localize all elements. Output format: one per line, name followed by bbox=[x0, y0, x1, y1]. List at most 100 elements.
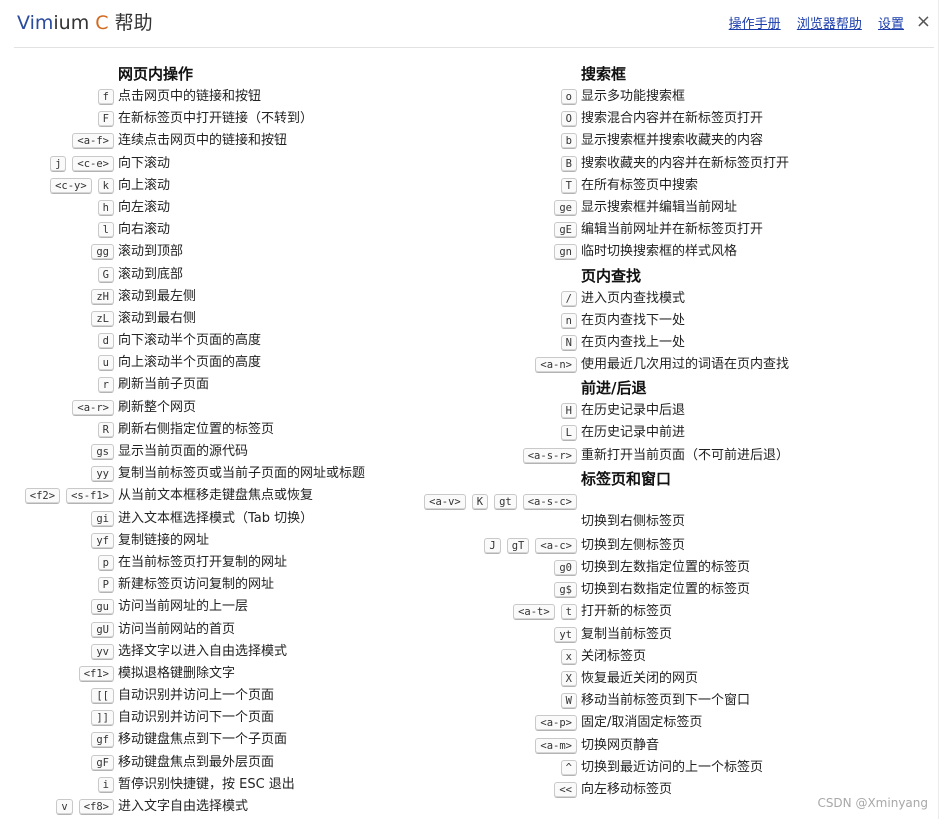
shortcut-row: F 在新标签页中打开链接（不转到） bbox=[0, 108, 470, 130]
shortcut-description: 向左滚动 bbox=[118, 199, 171, 215]
shortcut-description: 移动当前标签页到下一个窗口 bbox=[581, 693, 751, 709]
manual-link[interactable]: 操作手册 bbox=[729, 17, 781, 32]
settings-link[interactable]: 设置 bbox=[878, 17, 904, 32]
shortcut-row: <a-v> Kgt <a-s-c> 切换到右侧标签页 bbox=[424, 491, 940, 535]
shortcut-keys: << bbox=[554, 781, 577, 798]
shortcut-keys: N bbox=[560, 334, 577, 351]
shortcut-keys: <a-v> Kgt <a-s-c> bbox=[424, 493, 577, 510]
key-badge: gU bbox=[91, 621, 114, 638]
shortcut-row: <f2> <s-f1> 从当前文本框移走键盘焦点或恢复 bbox=[0, 485, 470, 507]
shortcut-description: 访问当前网站的首页 bbox=[118, 621, 236, 637]
shortcut-row: i 暂停识别快捷键，按 ESC 退出 bbox=[0, 774, 470, 796]
title-part: ium bbox=[53, 12, 96, 34]
key-badge: l bbox=[97, 222, 114, 239]
shortcut-row: gn 临时切换搜索框的样式风格 bbox=[470, 241, 940, 263]
shortcut-keys: v <f8> bbox=[56, 799, 114, 815]
shortcut-row: <a-f> 连续点击网页中的链接和按钮 bbox=[0, 130, 470, 152]
shortcut-keys: ^ bbox=[560, 759, 577, 776]
shortcut-description: 刷新右侧指定位置的标签页 bbox=[118, 421, 275, 437]
shortcut-keys: j <c-e> bbox=[50, 155, 114, 172]
key-badge: <c-y> bbox=[50, 177, 92, 194]
shortcut-row: H 在历史记录中后退 bbox=[470, 400, 940, 422]
shortcut-keys: <a-r> bbox=[72, 399, 114, 416]
key-badge: o bbox=[560, 89, 577, 105]
shortcut-keys: gF bbox=[91, 754, 114, 771]
shortcut-row: X 恢复最近关闭的网页 bbox=[470, 668, 940, 690]
shortcut-keys: gE bbox=[554, 222, 577, 239]
shortcut-row: b 显示搜索框并搜索收藏夹的内容 bbox=[470, 130, 940, 152]
shortcut-description: 搜索混合内容并在新标签页打开 bbox=[581, 111, 764, 127]
shortcut-description: 在页内查找下一处 bbox=[581, 312, 686, 328]
shortcut-row: yf 复制链接的网址 bbox=[0, 530, 470, 552]
key-badge: gT bbox=[506, 537, 530, 554]
key-badge: R bbox=[97, 421, 114, 438]
shortcut-keys: ]] bbox=[91, 710, 114, 727]
key-badge: H bbox=[560, 403, 577, 420]
shortcut-description: 新建标签页访问复制的网址 bbox=[118, 577, 275, 593]
key-badge: t bbox=[560, 604, 577, 621]
shortcut-row: L 在历史记录中前进 bbox=[470, 422, 940, 444]
shortcut-description: 进入文字自由选择模式 bbox=[118, 799, 249, 814]
shortcut-row: T 在所有标签页中搜索 bbox=[470, 175, 940, 197]
shortcut-keys: yt bbox=[554, 626, 577, 643]
shortcut-description: 复制链接的网址 bbox=[118, 532, 210, 548]
shortcut-keys: <f2> <s-f1> bbox=[24, 488, 114, 505]
right-column: 搜索框 o 显示多功能搜索框 O 搜索混合内容并在新标签页打开 b 显示搜索框并搜索收藏夹的… bbox=[424, 62, 940, 801]
shortcut-description: 在新标签页中打开链接（不转到） bbox=[118, 111, 314, 127]
shortcut-row: g0 切换到左数指定位置的标签页 bbox=[470, 557, 940, 579]
shortcut-keys: B bbox=[560, 155, 577, 172]
shortcut-keys: gf bbox=[91, 732, 114, 749]
close-icon[interactable]: × bbox=[916, 11, 931, 32]
key-badge: B bbox=[560, 155, 577, 172]
shortcut-keys: p bbox=[97, 554, 114, 571]
shortcut-keys: gn bbox=[554, 244, 577, 261]
key-badge: <s-f1> bbox=[66, 488, 114, 505]
key-badge: f bbox=[97, 89, 114, 105]
shortcut-row: gE 编辑当前网址并在新标签页打开 bbox=[470, 219, 940, 241]
key-badge: / bbox=[560, 290, 577, 307]
key-badge: yv bbox=[91, 643, 114, 660]
shortcut-description: 滚动到顶部 bbox=[118, 244, 184, 260]
shortcut-row: v <f8> 进入文字自由选择模式 bbox=[0, 796, 470, 818]
shortcut-description: 打开新的标签页 bbox=[581, 604, 673, 620]
shortcut-row: [[自动识别并访问上一个页面 bbox=[0, 685, 470, 707]
shortcut-row: n 在页内查找下一处 bbox=[470, 310, 940, 332]
shortcut-row: <a-p> 固定/取消固定标签页 bbox=[470, 712, 940, 734]
shortcut-row: <a-t> t 打开新的标签页 bbox=[470, 601, 940, 623]
help-header: Vimium C 帮助 操作手册 浏览器帮助 设置 × bbox=[0, 0, 942, 48]
shortcut-keys: P bbox=[97, 577, 114, 594]
shortcut-keys: r bbox=[97, 377, 114, 394]
shortcut-description: 搜索收藏夹的内容并在新标签页打开 bbox=[581, 155, 790, 171]
shortcut-keys: zL bbox=[91, 310, 114, 327]
shortcut-keys: g0 bbox=[554, 560, 577, 576]
shortcut-row: G 滚动到底部 bbox=[0, 264, 470, 286]
section-title: 搜索框 bbox=[581, 65, 627, 83]
shortcut-description: 向上滚动半个页面的高度 bbox=[118, 355, 262, 371]
key-badge: <a-r> bbox=[72, 399, 114, 416]
shortcut-row: gF 移动键盘焦点到最外层页面 bbox=[0, 752, 470, 774]
key-badge: G bbox=[97, 266, 114, 283]
shortcut-keys: <c-y> k bbox=[50, 177, 114, 194]
shortcut-keys: yv bbox=[91, 643, 114, 660]
key-badge: yt bbox=[554, 626, 577, 643]
shortcut-description: 滚动到底部 bbox=[118, 266, 184, 282]
shortcut-keys: l bbox=[97, 222, 114, 239]
key-badge: j bbox=[50, 155, 67, 172]
shortcut-row: zH 滚动到最左侧 bbox=[0, 286, 470, 308]
shortcut-description: 进入页内查找模式 bbox=[581, 290, 686, 306]
key-badge: <c-e> bbox=[72, 155, 114, 172]
key-badge: u bbox=[97, 355, 114, 372]
shortcut-row: zL 滚动到最右侧 bbox=[0, 308, 470, 330]
browser-help-link[interactable]: 浏览器帮助 bbox=[797, 17, 862, 32]
shortcut-row: g$ 切换到右数指定位置的标签页 bbox=[470, 579, 940, 601]
key-badge: g$ bbox=[554, 582, 577, 599]
key-badge: << bbox=[554, 781, 577, 798]
shortcut-description: 向左移动标签页 bbox=[581, 781, 673, 797]
key-badge: X bbox=[560, 670, 577, 687]
shortcut-keys: f bbox=[97, 89, 114, 105]
key-badge: L bbox=[560, 425, 577, 442]
key-badge: v bbox=[56, 799, 73, 815]
key-badge: gn bbox=[554, 244, 577, 261]
key-badge: d bbox=[97, 333, 114, 350]
shortcut-row: f 点击网页中的链接和按钮 bbox=[0, 86, 470, 108]
